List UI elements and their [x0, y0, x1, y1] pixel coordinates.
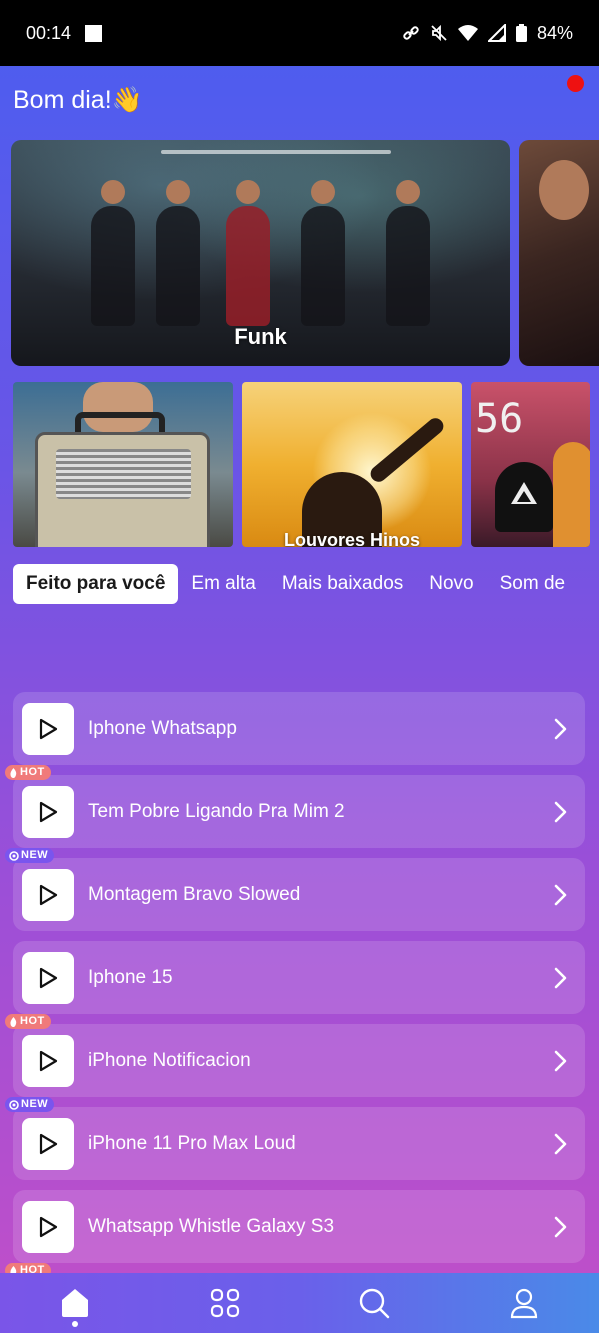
person-face — [539, 160, 589, 220]
active-nav-indicator — [72, 1321, 78, 1327]
banner-secondary[interactable] — [519, 140, 599, 366]
ringtone-item[interactable]: Iphone Whatsapp — [13, 692, 585, 765]
chevron-right-icon[interactable] — [553, 718, 567, 740]
ringtone-item[interactable]: Whatsapp Whistle Galaxy S3 — [13, 1190, 585, 1263]
ringtone-title: Whatsapp Whistle Galaxy S3 — [88, 1215, 335, 1237]
performer-figure — [156, 180, 200, 326]
play-icon — [39, 967, 58, 988]
play-button[interactable] — [22, 1200, 74, 1253]
wifi-icon — [457, 25, 478, 41]
badge-text: NEW — [21, 1098, 49, 1110]
status-left: 00:14 — [26, 22, 103, 44]
hot-badge: HOT — [5, 765, 51, 780]
tab-som-de[interactable]: Som de — [487, 564, 578, 604]
hot-badge: HOT — [5, 1014, 51, 1029]
ringtone-title: Iphone 15 — [88, 966, 173, 988]
chevron-right-icon[interactable] — [553, 1133, 567, 1155]
bottom-nav — [0, 1273, 599, 1333]
tab-novo[interactable]: Novo — [416, 564, 486, 604]
grid-icon — [210, 1288, 239, 1318]
performer-figure — [301, 180, 345, 326]
tab-em-alta[interactable]: Em alta — [178, 564, 268, 604]
status-time: 00:14 — [26, 22, 72, 43]
chevron-right-icon[interactable] — [553, 1050, 567, 1072]
badge-text: HOT — [20, 766, 45, 778]
profile-icon — [511, 1288, 538, 1319]
tab-mais-baixados[interactable]: Mais baixados — [269, 564, 416, 604]
tile-label: Louvores Hinos — [283, 530, 421, 547]
performer-figure — [386, 180, 430, 326]
ringtone-item[interactable]: Tem Pobre Ligando Pra Mim 2 HOT — [5, 765, 585, 848]
radio-shape — [35, 432, 210, 547]
banner-label: Funk — [234, 324, 287, 349]
signal-icon — [487, 24, 506, 42]
player-number: 56 — [475, 396, 524, 442]
nav-search[interactable] — [344, 1273, 404, 1333]
ringtone-title: Iphone Whatsapp — [88, 717, 237, 739]
play-button[interactable] — [22, 1117, 74, 1170]
notification-square-icon — [85, 24, 103, 42]
chevron-right-icon[interactable] — [553, 884, 567, 906]
performer-head — [396, 180, 420, 204]
play-button[interactable] — [22, 1034, 74, 1087]
badge-text: HOT — [20, 1015, 45, 1027]
play-icon — [39, 884, 58, 905]
search-icon — [360, 1288, 390, 1319]
tile-radio[interactable] — [13, 382, 233, 547]
play-icon — [39, 1133, 58, 1154]
category-tabs: Feito para você Em alta Mais baixados No… — [13, 564, 599, 604]
link-icon — [403, 26, 419, 40]
notification-dot[interactable] — [567, 75, 584, 92]
nav-categories[interactable] — [195, 1273, 255, 1333]
status-bar: 00:14 84% — [0, 0, 599, 66]
banner-funk[interactable]: Funk — [11, 140, 510, 366]
performer-head — [236, 180, 260, 204]
tile-louvores-hinos[interactable]: Louvores Hinos — [242, 382, 462, 547]
chevron-right-icon[interactable] — [553, 967, 567, 989]
radio-grill — [56, 449, 191, 499]
play-icon — [39, 1216, 58, 1237]
nav-profile[interactable] — [494, 1273, 554, 1333]
ringtone-item[interactable]: iPhone Notificacion HOT — [5, 1014, 585, 1097]
performer-figure — [91, 180, 135, 326]
badge-text: NEW — [21, 849, 49, 861]
new-badge: NEW — [5, 1097, 55, 1112]
play-button[interactable] — [22, 951, 74, 1004]
tile-squid-game[interactable]: 56 — [471, 382, 590, 547]
ringtone-item[interactable]: Iphone 15 — [13, 941, 585, 1014]
ringtone-title: Montagem Bravo Slowed — [88, 883, 301, 905]
status-right: 84% — [402, 23, 573, 44]
battery-icon — [515, 24, 527, 42]
triangle-inner — [517, 491, 531, 502]
play-icon — [39, 718, 58, 739]
performer-head — [101, 180, 125, 204]
play-icon — [39, 1050, 58, 1071]
play-button[interactable] — [22, 868, 74, 921]
new-badge: NEW — [5, 848, 55, 863]
performer-figure — [226, 180, 270, 326]
chevron-right-icon[interactable] — [553, 1216, 567, 1238]
ringtone-title: Tem Pobre Ligando Pra Mim 2 — [88, 800, 345, 822]
play-button[interactable] — [22, 785, 74, 838]
battery-percent: 84% — [536, 22, 573, 43]
ringtone-title: iPhone Notificacion — [88, 1049, 251, 1071]
greeting-text: Bom dia!👋 — [13, 86, 143, 114]
ringtone-item[interactable]: iPhone 11 Pro Max Loud NEW — [5, 1097, 585, 1180]
chevron-right-icon[interactable] — [553, 801, 567, 823]
play-icon — [39, 801, 58, 822]
ringtone-title: iPhone 11 Pro Max Loud — [88, 1132, 296, 1154]
ringtone-item[interactable]: Montagem Bravo Slowed NEW — [5, 848, 585, 931]
performer-head — [311, 180, 335, 204]
home-icon — [61, 1289, 88, 1317]
play-button[interactable] — [22, 702, 74, 755]
tab-feito-para-voce[interactable]: Feito para você — [13, 564, 179, 604]
stage-lights — [161, 150, 391, 154]
performer-head — [166, 180, 190, 204]
mute-icon — [431, 24, 447, 42]
doll-shape — [553, 442, 590, 547]
